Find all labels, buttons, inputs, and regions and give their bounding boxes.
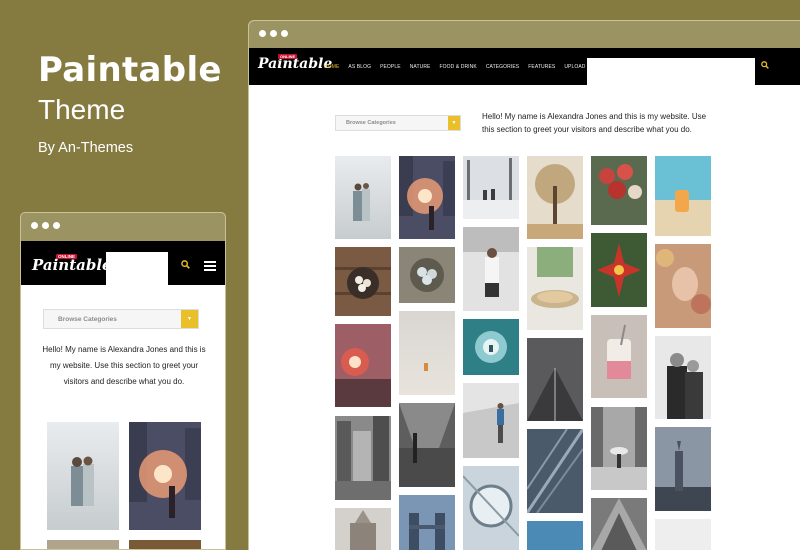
main-menu: HOME AS BLOG PEOPLE NATURE FOOD & DRINK … bbox=[324, 48, 586, 85]
menu-item-food-drink[interactable]: FOOD & DRINK bbox=[439, 64, 476, 70]
photo-dark-road[interactable] bbox=[527, 338, 583, 421]
menu-item-as-blog[interactable]: AS BLOG bbox=[348, 64, 371, 70]
browse-categories-dropdown[interactable]: Browse Categories ▼ bbox=[335, 115, 461, 131]
photo-foggy-beach[interactable] bbox=[399, 311, 455, 395]
chevron-down-icon: ▼ bbox=[448, 116, 460, 130]
browse-categories-dropdown[interactable]: Browse Categories ▼ bbox=[43, 309, 199, 329]
search-icon[interactable] bbox=[761, 61, 769, 71]
logo-tag: ONLINE bbox=[278, 54, 298, 59]
photo-snowy-park[interactable] bbox=[463, 156, 519, 219]
photo-umbrella-street[interactable] bbox=[591, 407, 647, 490]
dropdown-label: Browse Categories bbox=[346, 120, 396, 126]
promo-subtitle: Theme bbox=[38, 94, 126, 125]
site-logo[interactable]: Paintable ONLINE bbox=[32, 254, 112, 274]
photo-girl-by-wall[interactable] bbox=[463, 227, 519, 311]
photo-skyline-dusk[interactable] bbox=[655, 427, 711, 511]
photo-autumn-tree[interactable] bbox=[47, 540, 119, 550]
photo-abstract-leaves[interactable] bbox=[527, 429, 583, 513]
photo-cathedral[interactable] bbox=[335, 508, 391, 550]
promo-block: Paintable Theme By An-Themes bbox=[38, 50, 222, 156]
photo-red-flare[interactable] bbox=[335, 324, 391, 407]
photo-autumn-tree[interactable] bbox=[527, 156, 583, 239]
site-logo[interactable]: Paintable ONLINE bbox=[258, 54, 332, 72]
photo-autumn-leaves[interactable] bbox=[129, 540, 201, 550]
menu-item-features[interactable]: FEATURES bbox=[528, 64, 555, 70]
photo-couple-walking[interactable] bbox=[335, 156, 391, 239]
photo-christmas-star[interactable] bbox=[591, 233, 647, 307]
menu-item-nature[interactable]: NATURE bbox=[410, 64, 431, 70]
window-dots bbox=[259, 30, 288, 37]
promo-title: Paintable bbox=[38, 50, 222, 90]
promo-author: By An-Themes bbox=[38, 140, 134, 156]
chevron-down-icon: ▼ bbox=[181, 310, 198, 328]
photo-woman-portrait[interactable] bbox=[655, 244, 711, 328]
photo-city-street-bw[interactable] bbox=[335, 416, 391, 500]
photo-pastries-tray[interactable] bbox=[527, 247, 583, 330]
photo-jar-drink[interactable] bbox=[591, 315, 647, 398]
menu-item-home[interactable]: HOME bbox=[324, 64, 339, 70]
photo-eggs-nest[interactable] bbox=[399, 247, 455, 303]
mobile-preview-window: Paintable ONLINE Browse Categories ▼ Hel… bbox=[20, 212, 226, 550]
search-input[interactable] bbox=[106, 252, 168, 285]
menu-item-upload[interactable]: UPLOAD bbox=[564, 64, 585, 70]
intro-text: Hello! My name is Alexandra Jones and th… bbox=[42, 345, 206, 386]
logo-tag: ONLINE bbox=[56, 254, 78, 259]
photo-sparkler-city[interactable] bbox=[399, 156, 455, 239]
photo-glass-ceiling[interactable] bbox=[463, 466, 519, 550]
intro-text: Hello! My name is Alexandra Jones and th… bbox=[482, 112, 707, 134]
photo-tower-bridge[interactable] bbox=[399, 495, 455, 550]
search-input[interactable] bbox=[587, 58, 755, 85]
dropdown-label: Browse Categories bbox=[58, 315, 117, 323]
photo-walking-man[interactable] bbox=[463, 383, 519, 458]
photo-bw-architecture[interactable] bbox=[591, 498, 647, 550]
photo-mist[interactable] bbox=[655, 519, 711, 550]
photo-blue-sky[interactable] bbox=[527, 521, 583, 550]
browser-chrome bbox=[21, 213, 225, 241]
window-dots bbox=[31, 222, 60, 229]
menu-item-categories[interactable]: CATEGORIES bbox=[486, 64, 519, 70]
desktop-preview-window: Paintable ONLINE HOME AS BLOG PEOPLE NAT… bbox=[248, 20, 800, 550]
photo-couple-walking[interactable] bbox=[47, 422, 119, 530]
photo-flower-bouquet[interactable] bbox=[591, 156, 647, 225]
browser-chrome bbox=[249, 21, 800, 48]
photo-eggs-bowl[interactable] bbox=[335, 247, 391, 316]
photo-couple-bw[interactable] bbox=[655, 336, 711, 419]
hamburger-menu-icon[interactable] bbox=[204, 261, 216, 273]
menu-item-people[interactable]: PEOPLE bbox=[380, 64, 401, 70]
photo-beach-drink[interactable] bbox=[655, 156, 711, 236]
photo-tunnel-circle[interactable] bbox=[463, 319, 519, 375]
photo-sparkler-city[interactable] bbox=[129, 422, 201, 530]
search-icon[interactable] bbox=[181, 260, 190, 271]
site-header: Paintable ONLINE HOME AS BLOG PEOPLE NAT… bbox=[249, 48, 800, 85]
site-header: Paintable ONLINE bbox=[21, 241, 225, 285]
photo-subway-platform[interactable] bbox=[399, 403, 455, 487]
